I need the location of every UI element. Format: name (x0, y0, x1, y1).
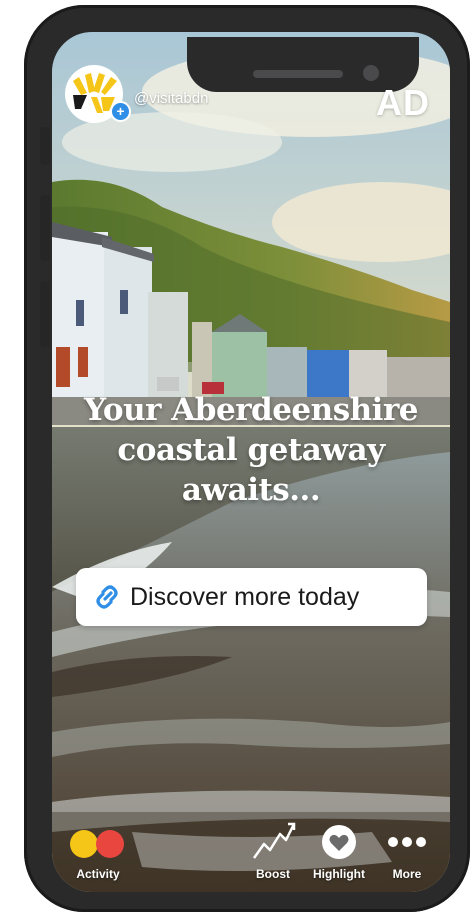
highlight-label: Highlight (313, 867, 365, 881)
front-camera (363, 65, 379, 81)
ad-label: AD (376, 82, 430, 123)
link-icon (96, 585, 118, 609)
side-button-volume-up (40, 195, 50, 261)
headline-line-3: awaits... (181, 472, 321, 508)
boost-button[interactable]: Boost (248, 820, 298, 881)
more-label: More (392, 867, 422, 881)
side-button-mute (40, 127, 50, 165)
headline-line-2: coastal getaway (117, 432, 385, 468)
story-bottom-toolbar: Activity Boost Highlight More (52, 822, 450, 892)
activity-label: Activity (76, 867, 120, 881)
highlight-button[interactable]: Highlight (308, 824, 370, 881)
story-screen: + @visitabdn AD Your Aberdeenshire coast… (52, 32, 450, 892)
link-sticker-label: Discover more today (130, 582, 360, 611)
speaker-grille (253, 70, 343, 78)
more-dots-icon (388, 837, 426, 847)
side-button-volume-down (40, 281, 50, 347)
activity-avatars-icon (70, 830, 124, 858)
boost-label: Boost (256, 867, 290, 881)
more-button[interactable]: More (382, 824, 432, 881)
headline-line-1: Your Aberdeenshire (83, 392, 419, 428)
add-story-plus-icon[interactable]: + (110, 101, 131, 122)
story-headline: Your Aberdeenshire coastal getaway await… (52, 390, 450, 510)
link-sticker-button[interactable]: Discover more today (76, 568, 427, 626)
account-username[interactable]: @visitabdn (134, 90, 208, 107)
boost-icon (252, 822, 296, 859)
heart-icon (322, 825, 356, 859)
activity-button[interactable]: Activity (66, 828, 130, 881)
